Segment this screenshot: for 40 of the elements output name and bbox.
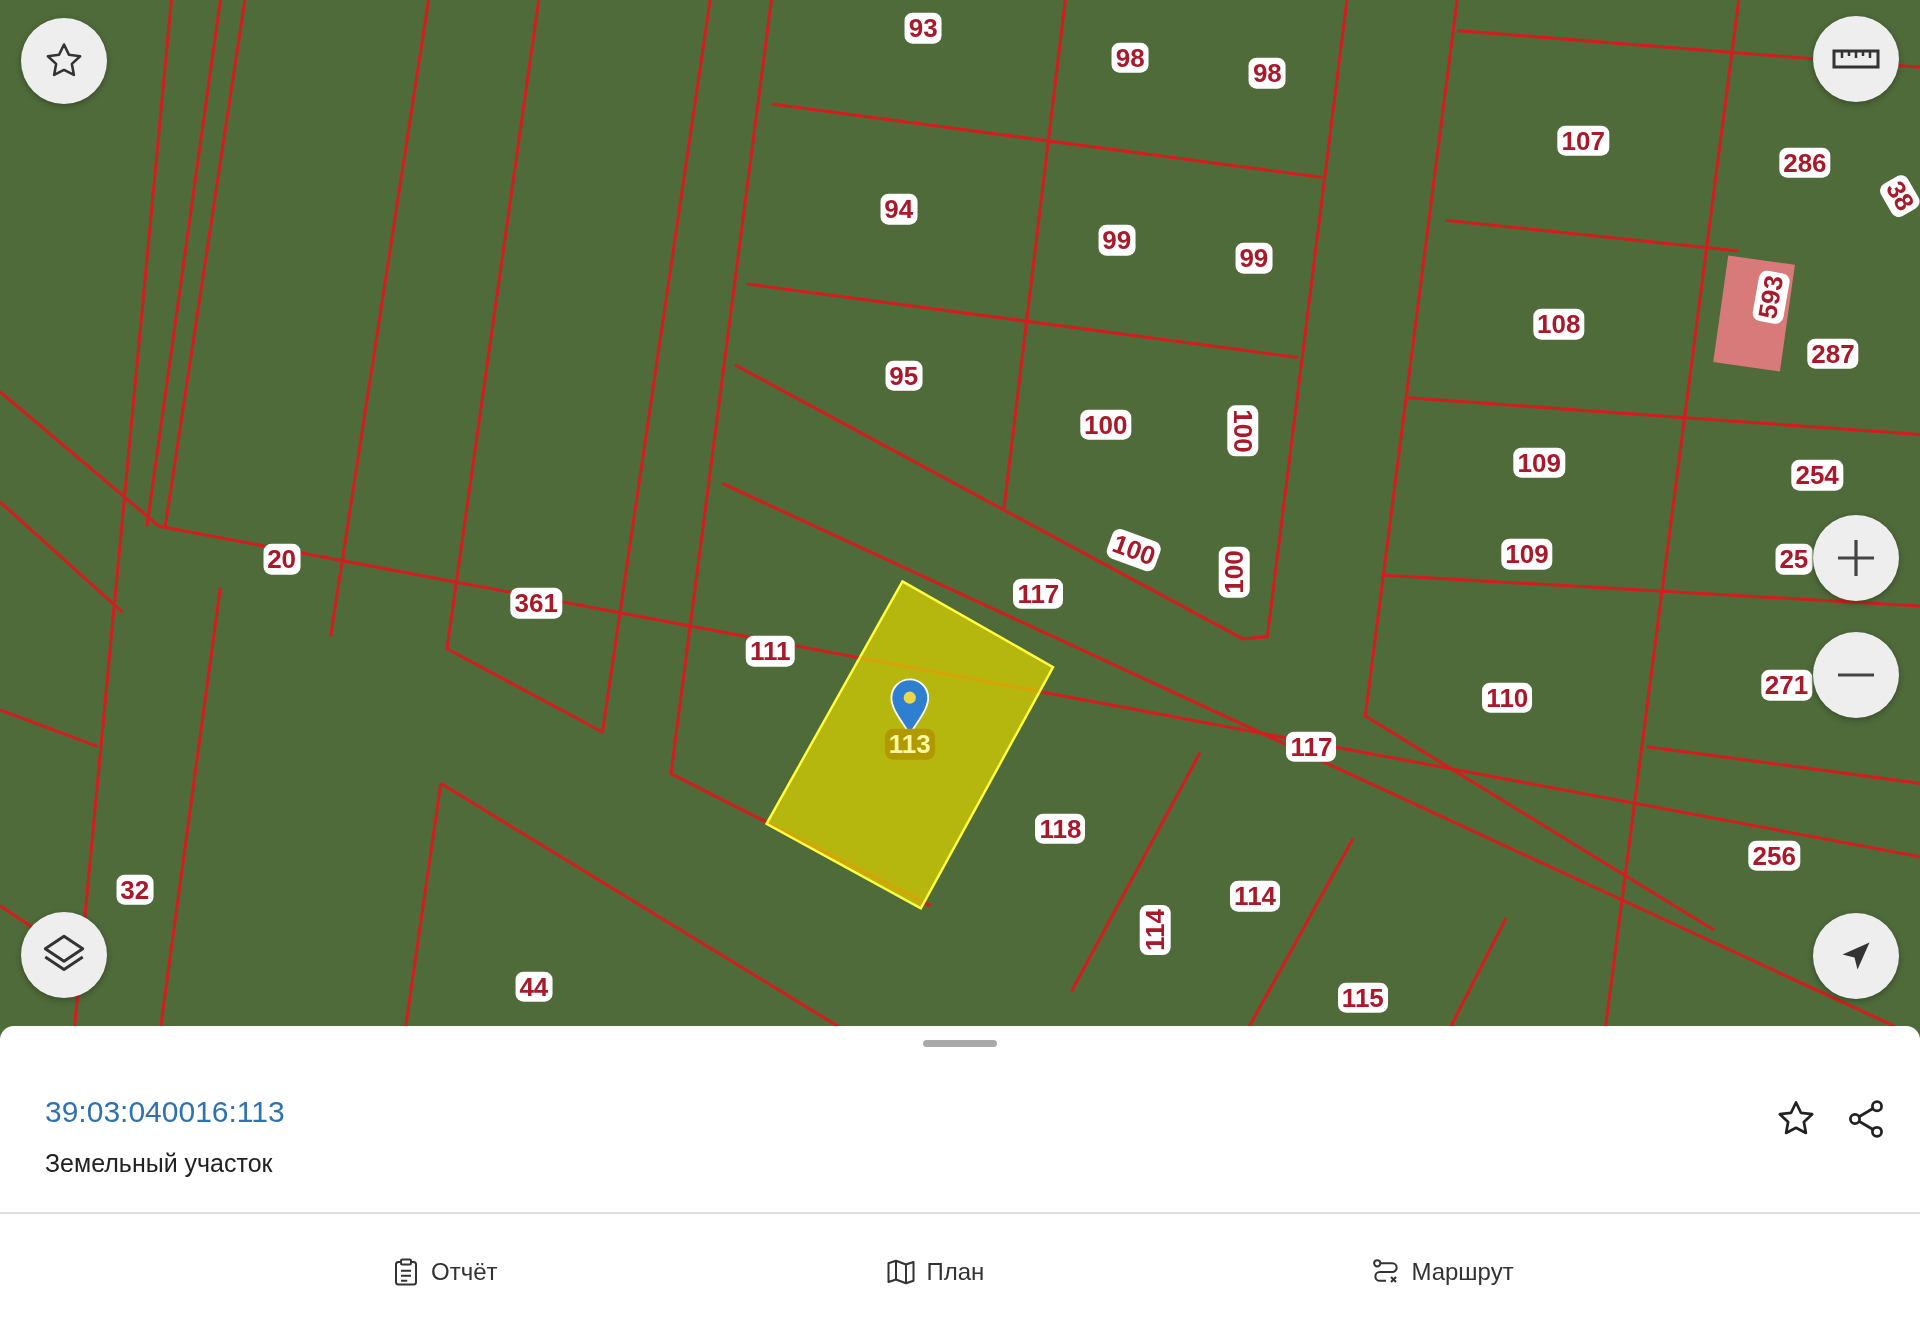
parcel-number: 94 xyxy=(880,194,918,225)
parcel-number: 107 xyxy=(1557,125,1609,157)
parcel-number: 98 xyxy=(1248,58,1286,89)
parcel-number: 100 xyxy=(1080,409,1132,441)
parcel-number: 256 xyxy=(1748,840,1800,871)
parcel-number: 100 xyxy=(1227,405,1259,457)
parcel-number: 117 xyxy=(1013,578,1064,609)
parcel-number: 109 xyxy=(1501,539,1553,570)
parcel-number: 20 xyxy=(263,544,301,575)
parcel-number: 93 xyxy=(904,12,942,44)
parcel-number: 118 xyxy=(1035,813,1086,844)
cadastral-number-link[interactable]: 39:03:040016:113 xyxy=(45,1095,285,1129)
parcel-number: 100 xyxy=(1219,545,1250,598)
parcel-number: 115 xyxy=(1337,982,1388,1013)
parcel-number: 109 xyxy=(1513,447,1565,478)
property-type: Земельный участок xyxy=(45,1149,274,1178)
parcel-number: 32 xyxy=(116,874,154,906)
parcel-number: 99 xyxy=(1098,224,1136,256)
bottom-bar-tab[interactable]: План xyxy=(876,1253,993,1291)
drag-handle[interactable] xyxy=(923,1040,997,1047)
parcel-number: 108 xyxy=(1533,309,1585,340)
bottom-bar-tab[interactable]: Маршрут xyxy=(1363,1253,1522,1291)
parcel-number: 287 xyxy=(1807,338,1859,370)
parcel-number: 44 xyxy=(515,971,553,1002)
parcel-number: 114 xyxy=(1139,905,1170,956)
parcel-number: 117 xyxy=(1286,731,1337,762)
bottom-bar-tab[interactable]: Отчёт xyxy=(383,1253,506,1291)
parcel-number: 271 xyxy=(1760,670,1813,701)
parcel-number: 25 xyxy=(1775,544,1813,575)
parcel-number: 113 xyxy=(884,728,935,760)
parcel-number: 110 xyxy=(1482,682,1533,713)
parcel-number: 111 xyxy=(745,635,795,667)
parcel-number: 99 xyxy=(1235,242,1273,274)
parcel-number: 286 xyxy=(1779,147,1831,179)
parcel-number: 114 xyxy=(1230,880,1281,912)
parcel-number: 98 xyxy=(1111,42,1149,73)
ruler-icon xyxy=(1832,48,1880,70)
parcel-number: 95 xyxy=(885,360,923,392)
parcel-number: 254 xyxy=(1791,459,1843,491)
parcel-number: 361 xyxy=(510,588,562,619)
